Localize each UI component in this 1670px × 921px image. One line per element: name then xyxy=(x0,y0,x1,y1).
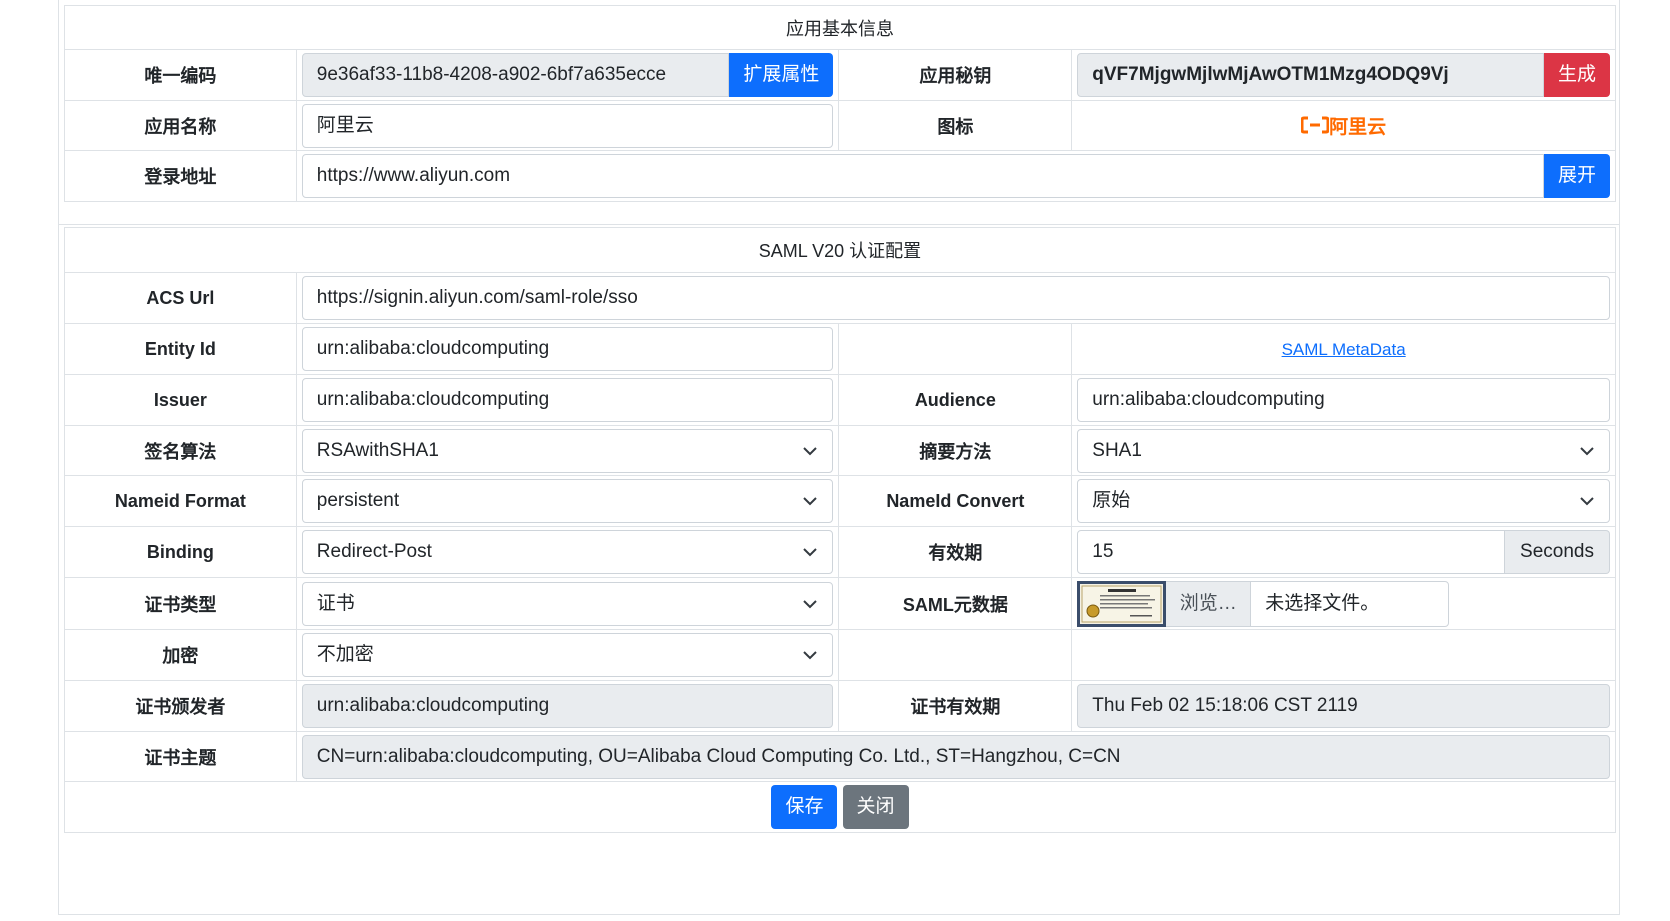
certificate-image-icon xyxy=(1081,585,1162,622)
logo-text: 阿里云 xyxy=(1329,116,1387,138)
cert-type-select[interactable]: 证书 xyxy=(301,581,834,626)
encrypt-select[interactable]: 不加密 xyxy=(301,633,834,677)
nameid-format-value: persistent xyxy=(316,490,400,511)
binding-label: Binding xyxy=(64,526,297,578)
audience-field[interactable]: urn:alibaba:cloudcomputing xyxy=(1077,378,1610,422)
uid-label: 唯一编码 xyxy=(64,49,297,101)
chevron-down-icon xyxy=(803,599,818,608)
digest-method-select[interactable]: SHA1 xyxy=(1077,428,1610,473)
empty-cell xyxy=(1071,629,1616,681)
chevron-down-icon xyxy=(803,651,818,660)
binding-select[interactable]: Redirect-Post xyxy=(301,530,834,574)
nameid-format-label: Nameid Format xyxy=(64,475,297,527)
file-status: 未选择文件。 xyxy=(1250,580,1450,627)
app-name-field[interactable]: 阿里云 xyxy=(301,103,834,148)
aliyun-logo: 阿里云 xyxy=(1301,112,1386,139)
uid-field[interactable]: 9e36af33-11b8-4208-a902-6bf7a635ecce xyxy=(301,53,730,97)
chevron-down-icon xyxy=(1580,446,1594,455)
aliyun-logo-icon xyxy=(1301,116,1330,134)
saml-metadata-label: SAML元数据 xyxy=(838,577,1073,630)
cert-expiry-label: 证书有效期 xyxy=(838,680,1073,732)
generate-button[interactable]: 生成 xyxy=(1543,53,1610,97)
audience-label: Audience xyxy=(838,374,1073,426)
page-container: 应用基本信息 唯一编码 9e36af33-11b8-4208-a902-6bf7… xyxy=(58,0,1620,915)
basic-info-table: 应用基本信息 唯一编码 9e36af33-11b8-4208-a902-6bf7… xyxy=(64,5,1617,202)
digest-method-label: 摘要方法 xyxy=(838,425,1073,476)
signature-algorithm-value: RSAwithSHA1 xyxy=(316,439,439,461)
login-url-field[interactable]: https://www.aliyun.com xyxy=(301,154,1544,198)
cert-type-label: 证书类型 xyxy=(64,577,297,630)
chevron-down-icon xyxy=(803,497,818,506)
certificate-thumbnail xyxy=(1077,580,1167,627)
empty-cell xyxy=(838,323,1073,375)
actions-row: 保存 关闭 xyxy=(64,781,1616,833)
nameid-format-select[interactable]: persistent xyxy=(301,479,834,523)
expand-button[interactable]: 展开 xyxy=(1543,154,1610,198)
chevron-down-icon xyxy=(803,446,818,455)
empty-cell xyxy=(838,629,1073,681)
nameid-convert-value: 原始 xyxy=(1092,490,1131,511)
basic-info-title: 应用基本信息 xyxy=(64,5,1616,50)
saml-metadata-link[interactable]: SAML MetaData xyxy=(1282,340,1406,359)
extended-attributes-button[interactable]: 扩展属性 xyxy=(729,53,834,97)
cert-issuer-label: 证书颁发者 xyxy=(64,680,297,732)
acs-url-label: ACS Url xyxy=(64,272,297,324)
browse-button[interactable]: 浏览… xyxy=(1166,580,1251,627)
metadata-file-input[interactable]: 浏览… 未选择文件。 xyxy=(1077,580,1610,627)
encrypt-value: 不加密 xyxy=(316,644,374,665)
app-name-label: 应用名称 xyxy=(64,100,297,151)
signature-algorithm-select[interactable]: RSAwithSHA1 xyxy=(301,428,834,473)
login-url-label: 登录地址 xyxy=(64,150,297,202)
cert-issuer-field: urn:alibaba:cloudcomputing xyxy=(301,684,834,728)
acs-url-field[interactable]: https://signin.aliyun.com/saml-role/sso xyxy=(301,276,1610,320)
encrypt-label: 加密 xyxy=(64,629,297,681)
validity-field[interactable]: 15 xyxy=(1077,530,1505,574)
saml-config-table: SAML V20 认证配置 ACS Url https://signin.ali… xyxy=(64,227,1617,833)
saml-title: SAML V20 认证配置 xyxy=(64,227,1616,273)
secret-label: 应用秘钥 xyxy=(838,49,1073,101)
issuer-field[interactable]: urn:alibaba:cloudcomputing xyxy=(301,378,834,422)
icon-label: 图标 xyxy=(838,100,1073,151)
cert-expiry-field: Thu Feb 02 15:18:06 CST 2119 xyxy=(1077,684,1610,728)
save-button[interactable]: 保存 xyxy=(771,785,838,829)
digest-method-value: SHA1 xyxy=(1092,439,1142,461)
nameid-convert-select[interactable]: 原始 xyxy=(1077,479,1610,523)
secret-field[interactable]: qVF7MjgwMjlwMjAwOTM1Mzg4ODQ9Vj xyxy=(1077,53,1544,97)
cert-subject-label: 证书主题 xyxy=(64,731,297,782)
binding-value: Redirect-Post xyxy=(316,541,432,562)
chevron-down-icon xyxy=(1580,497,1594,506)
close-button[interactable]: 关闭 xyxy=(842,785,909,829)
cert-subject-field: CN=urn:alibaba:cloudcomputing, OU=Alibab… xyxy=(301,734,1610,779)
entity-id-field[interactable]: urn:alibaba:cloudcomputing xyxy=(301,327,834,371)
issuer-label: Issuer xyxy=(64,374,297,426)
validity-unit: Seconds xyxy=(1505,530,1610,574)
nameid-convert-label: NameId Convert xyxy=(838,475,1073,527)
cert-type-value: 证书 xyxy=(316,592,355,614)
entity-id-label: Entity Id xyxy=(64,323,297,375)
section-divider xyxy=(59,224,1619,225)
chevron-down-icon xyxy=(803,548,818,557)
validity-label: 有效期 xyxy=(838,526,1073,578)
signature-algorithm-label: 签名算法 xyxy=(64,425,297,476)
